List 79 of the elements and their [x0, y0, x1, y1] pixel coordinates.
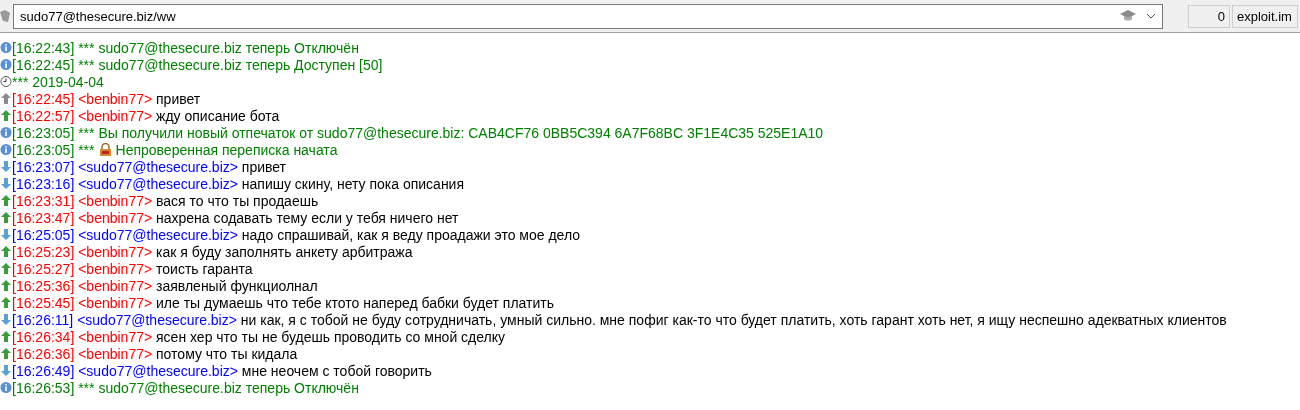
info-icon [0, 41, 12, 54]
info-icon [0, 58, 12, 71]
down-arrow-icon [0, 364, 12, 377]
chevron-down-icon[interactable] [1146, 13, 1156, 19]
message-text: ни как, я с тобой не буду сотрудничать, умный сильно. мне пофиг как-то что будет платить, хоть гарант хоть нет, я ищу неспешно адекватных клиентов [240, 311, 1227, 328]
nickname: <sudo77@thesecure.biz> [78, 226, 238, 243]
clock-icon [0, 75, 12, 88]
timestamp: [16:26:49] [12, 362, 75, 379]
nickname: <benbin77> [78, 192, 153, 209]
nickname: <benbin77> [78, 277, 153, 294]
down-arrow-icon [0, 313, 12, 326]
system-marker: *** [78, 56, 95, 73]
system-message: 2019-04-04 [32, 73, 104, 90]
system-message: Вы получили новый отпечаток от sudo77@thesecure.biz: CAB4CF76 0BB5C394 6A7F68BC 3F1E4C35 525E1A10 [98, 124, 824, 141]
message-text: заявленый функциолнал [156, 277, 318, 294]
system-marker: *** [12, 73, 29, 90]
message-text: мне неочем с тобой говорить [241, 362, 432, 379]
message-text: тоисть гаранта [156, 260, 253, 277]
system-marker: *** [78, 379, 95, 396]
nickname: <benbin77> [78, 328, 153, 345]
info-icon [0, 143, 12, 156]
nickname: <benbin77> [78, 107, 153, 124]
nickname: <sudo77@thesecure.biz> [78, 362, 238, 379]
message-text: привет [241, 158, 287, 175]
address-field[interactable]: sudo77@thesecure.biz/ww [13, 3, 1163, 29]
timestamp: [16:26:34] [12, 328, 75, 345]
timestamp: [16:22:45] [12, 56, 75, 73]
timestamp: [16:22:43] [12, 39, 75, 56]
timestamp: [16:25:36] [12, 277, 75, 294]
system-message: sudo77@thesecure.biz теперь Отключён [98, 39, 359, 56]
timestamp: [16:23:05] [12, 141, 75, 158]
message-text: нахрена содавать тему если у тебя ничего нет [156, 209, 459, 226]
down-arrow-icon [0, 160, 12, 173]
timestamp: [16:26:36] [12, 345, 75, 362]
timestamp: [16:22:57] [12, 107, 75, 124]
message-text: надо спрашивай, как я веду проадажи это мое дело [241, 226, 580, 243]
nickname: <benbin77> [78, 243, 153, 260]
timestamp: [16:23:05] [12, 124, 75, 141]
timestamp: [16:26:11] [12, 311, 74, 328]
timestamp: [16:25:45] [12, 294, 75, 311]
message-text: напишу скину, нету пока описания [241, 175, 465, 192]
nickname: <benbin77> [78, 209, 153, 226]
timestamp: [16:23:16] [12, 175, 75, 192]
nickname: <sudo77@thesecure.biz> [78, 175, 238, 192]
message-text: ясен хер что ты не будешь проводить со мной сделку [156, 328, 506, 345]
timestamp: [16:25:05] [12, 226, 75, 243]
down-arrow-icon [0, 228, 12, 241]
timestamp: [16:25:23] [12, 243, 75, 260]
message-text: жду описание бота [156, 107, 280, 124]
nickname: <sudo77@thesecure.biz> [77, 311, 237, 328]
account-label: exploit.im [1232, 4, 1298, 28]
system-message: sudo77@thesecure.biz теперь Отключён [98, 379, 359, 396]
message-text: иле ты думаешь что тебе ктото наперед бабки будет платить [156, 294, 555, 311]
timestamp: [16:25:27] [12, 260, 75, 277]
info-icon [0, 126, 12, 139]
lock-icon [98, 143, 112, 156]
message-text: привет [156, 90, 201, 107]
info-icon [0, 381, 12, 394]
nickname: <benbin77> [78, 260, 153, 277]
timestamp: [16:23:31] [12, 192, 75, 209]
system-marker: *** [78, 124, 95, 141]
timestamp: [16:26:53] [12, 379, 75, 396]
system-marker: *** [78, 39, 95, 56]
nickname: <benbin77> [78, 345, 153, 362]
graduation-cap-icon [1120, 10, 1136, 22]
system-message: sudo77@thesecure.biz теперь Доступен [50] [98, 56, 383, 73]
timestamp: [16:23:07] [12, 158, 75, 175]
message-text: как я буду заполнять анкету арбитража [156, 243, 413, 260]
message-text: потому что ты кидала [156, 345, 298, 362]
unread-counter: 0 [1188, 4, 1230, 28]
system-marker: *** [78, 141, 95, 158]
message-text: вася то что ты продаешь [156, 192, 319, 209]
nickname: <sudo77@thesecure.biz> [78, 158, 238, 175]
down-arrow-icon [0, 177, 12, 190]
nickname: <benbin77> [78, 90, 153, 107]
nickname: <benbin77> [78, 294, 153, 311]
system-message: Непроверенная переписка начата [115, 141, 338, 158]
timestamp: [16:23:47] [12, 209, 75, 226]
timestamp: [16:22:45] [12, 90, 75, 107]
